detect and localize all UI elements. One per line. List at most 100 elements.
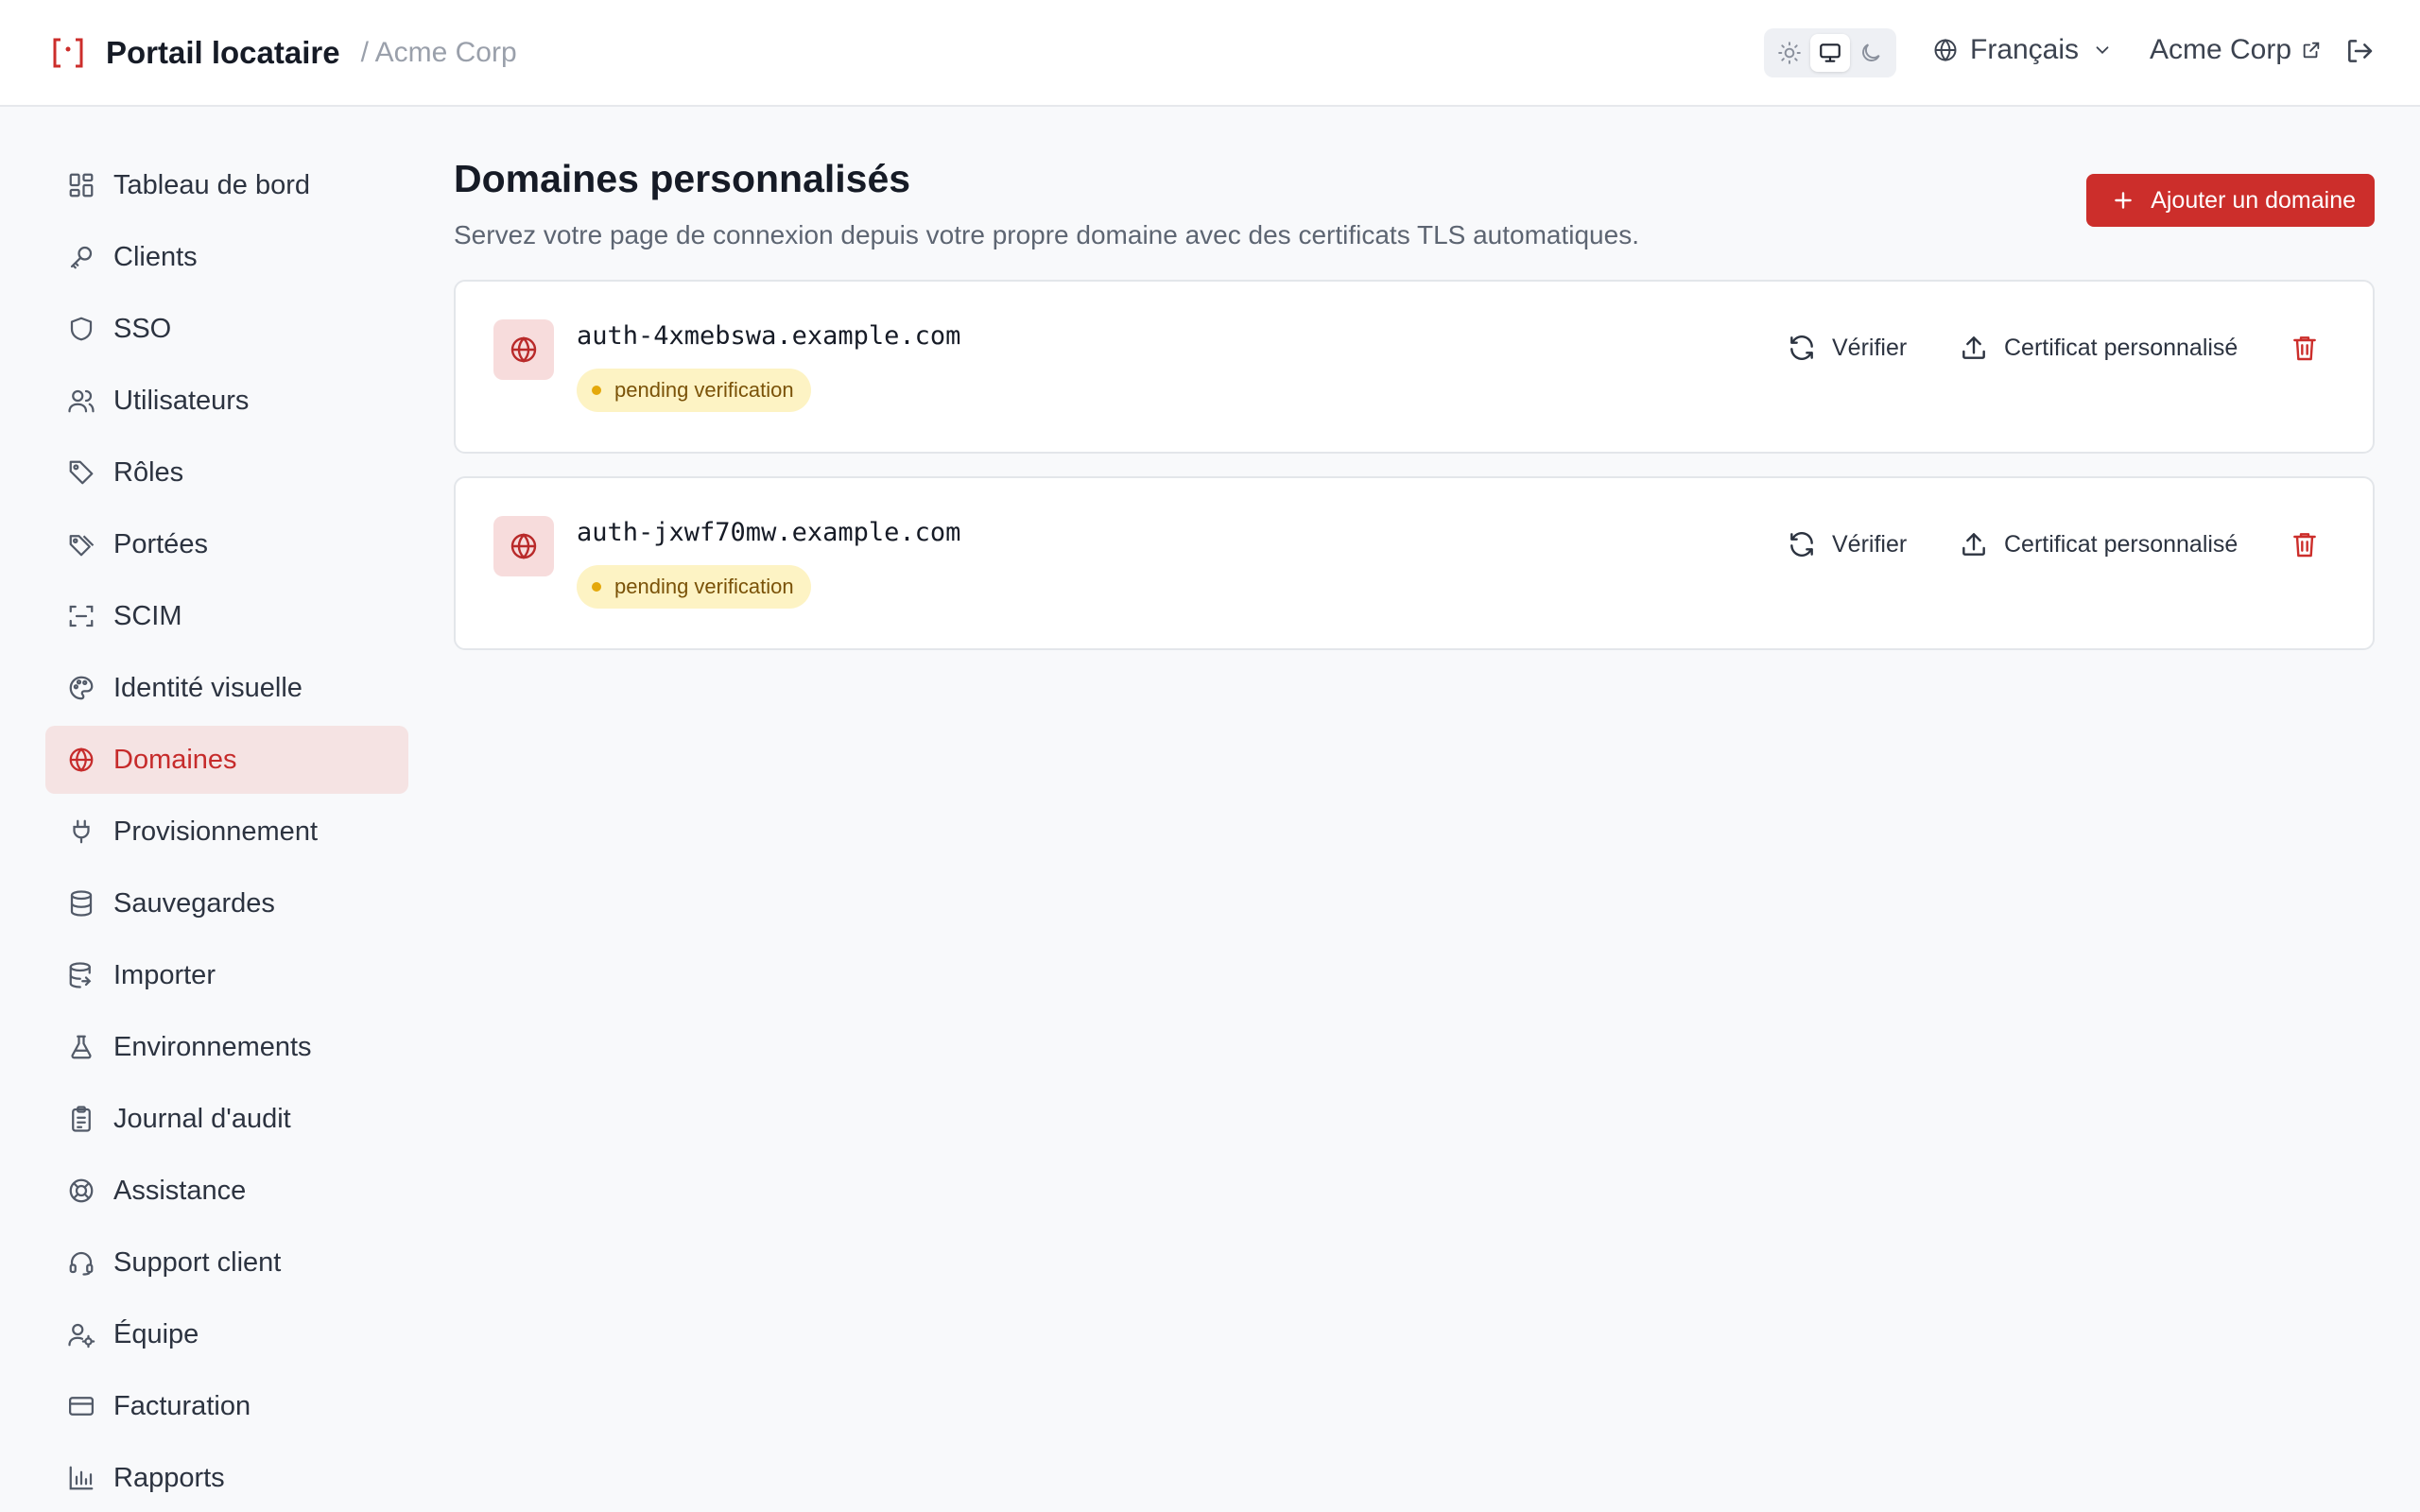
credit-card-icon — [66, 1391, 96, 1421]
brand[interactable]: Portail locataire / Acme Corp — [49, 34, 517, 72]
sidebar-item-sauvegardes[interactable]: Sauvegardes — [45, 869, 408, 937]
globe-icon — [66, 745, 96, 775]
plug-icon — [66, 816, 96, 847]
add-domain-button[interactable]: Ajouter un domaine — [2086, 174, 2375, 227]
sidebar-item-scim[interactable]: SCIM — [45, 582, 408, 650]
sidebar-item-label: Importer — [113, 959, 216, 990]
verify-label: Vérifier — [1832, 334, 1908, 361]
sidebar-item-environnements[interactable]: Environnements — [45, 1013, 408, 1081]
sidebar-item-identite-visuelle[interactable]: Identité visuelle — [45, 654, 408, 722]
sidebar-item-importer[interactable]: Importer — [45, 941, 408, 1009]
sidebar: Tableau de bord Clients SSO Utilisateurs — [45, 151, 408, 1512]
database-import-icon — [66, 960, 96, 990]
sidebar-item-label: SSO — [113, 313, 172, 344]
language-label: Français — [1970, 34, 2080, 65]
sun-icon[interactable] — [1770, 34, 1809, 72]
sidebar-item-tableau-de-bord[interactable]: Tableau de bord — [45, 151, 408, 219]
user-cog-icon — [66, 1319, 96, 1349]
theme-switch — [1764, 28, 1896, 77]
clipboard-icon — [66, 1104, 96, 1134]
sidebar-item-clients[interactable]: Clients — [45, 223, 408, 291]
chevron-down-icon — [2092, 40, 2113, 60]
sidebar-item-label: Tableau de bord — [113, 169, 310, 200]
sidebar-item-label: Équipe — [113, 1318, 199, 1349]
custom-certificate-button[interactable]: Certificat personnalisé — [1959, 529, 2238, 559]
status-badge: pending verification — [577, 565, 811, 609]
sidebar-item-label: Facturation — [113, 1390, 251, 1421]
tenant-breadcrumb: / Acme Corp — [360, 36, 517, 68]
app-title: Portail locataire — [106, 34, 340, 70]
upload-icon — [1962, 336, 1985, 359]
verify-button[interactable]: Vérifier — [1787, 333, 1907, 363]
domain-name: auth-jxwf70mw.example.com — [577, 518, 961, 547]
logout-icon[interactable] — [2344, 36, 2375, 66]
domain-card: auth-jxwf70mw.example.com pending verifi… — [454, 476, 2375, 650]
delete-domain-button[interactable] — [2290, 333, 2335, 363]
custom-certificate-button[interactable]: Certificat personnalisé — [1959, 333, 2238, 363]
trash-icon — [2293, 336, 2316, 361]
status-dot-icon — [592, 582, 601, 592]
sidebar-item-portees[interactable]: Portées — [45, 510, 408, 578]
globe-icon — [493, 516, 554, 576]
key-icon — [66, 242, 96, 272]
sidebar-item-label: Support client — [113, 1246, 282, 1278]
sidebar-item-domaines[interactable]: Domaines — [45, 726, 408, 794]
verify-label: Vérifier — [1832, 530, 1908, 558]
bar-chart-icon — [66, 1463, 96, 1493]
language-select[interactable]: Français — [1932, 34, 2113, 66]
sidebar-item-label: Environnements — [113, 1031, 312, 1062]
sidebar-item-sso[interactable]: SSO — [45, 295, 408, 363]
sidebar-item-label: Utilisateurs — [113, 385, 250, 416]
globe-icon — [1932, 37, 1959, 63]
sidebar-item-label: Assistance — [113, 1175, 247, 1206]
sidebar-item-rapports[interactable]: Rapports — [45, 1444, 408, 1512]
refresh-icon — [1790, 532, 1813, 557]
lifebuoy-icon — [66, 1176, 96, 1206]
flask-icon — [66, 1032, 96, 1062]
tag-icon — [66, 457, 96, 488]
domain-card: auth-4xmebswa.example.com pending verifi… — [454, 280, 2375, 454]
moon-icon[interactable] — [1851, 34, 1891, 72]
status-label: pending verification — [614, 575, 794, 598]
organization-link[interactable]: Acme Corp — [2150, 34, 2322, 66]
users-icon — [66, 386, 96, 416]
upload-icon — [1962, 533, 1985, 556]
sidebar-item-support-client[interactable]: Support client — [45, 1228, 408, 1297]
dashboard-icon — [66, 170, 96, 200]
sidebar-item-label: Rôles — [113, 456, 184, 488]
sidebar-item-label: Rapports — [113, 1462, 225, 1493]
sidebar-item-label: Provisionnement — [113, 816, 318, 847]
brand-logo-icon — [49, 34, 87, 72]
scan-icon — [66, 601, 96, 631]
palette-icon — [66, 673, 96, 703]
status-dot-icon — [592, 386, 601, 395]
sidebar-item-assistance[interactable]: Assistance — [45, 1157, 408, 1225]
verify-button[interactable]: Vérifier — [1787, 529, 1907, 559]
trash-icon — [2293, 533, 2316, 558]
sidebar-item-label: Domaines — [113, 744, 237, 775]
sidebar-item-equipe[interactable]: Équipe — [45, 1300, 408, 1368]
tags-icon — [66, 529, 96, 559]
sidebar-item-facturation[interactable]: Facturation — [45, 1372, 408, 1440]
sidebar-item-roles[interactable]: Rôles — [45, 438, 408, 507]
sidebar-item-label: Journal d'audit — [113, 1103, 291, 1134]
add-domain-label: Ajouter un domaine — [2151, 186, 2356, 214]
sidebar-item-label: Sauvegardes — [113, 887, 275, 919]
sidebar-item-label: Portées — [113, 528, 208, 559]
sidebar-item-label: Identité visuelle — [113, 672, 302, 703]
globe-icon — [493, 319, 554, 380]
delete-domain-button[interactable] — [2290, 529, 2335, 559]
external-link-icon — [2301, 40, 2322, 60]
refresh-icon — [1790, 335, 1813, 360]
sidebar-item-label: SCIM — [113, 600, 182, 631]
headset-icon — [66, 1247, 96, 1278]
shield-icon — [66, 314, 96, 344]
sidebar-item-provisionnement[interactable]: Provisionnement — [45, 798, 408, 866]
sidebar-item-journal-audit[interactable]: Journal d'audit — [45, 1085, 408, 1153]
top-bar: Portail locataire / Acme Corp Français A… — [0, 0, 2420, 107]
monitor-icon[interactable] — [1810, 34, 1850, 72]
status-label: pending verification — [614, 378, 794, 402]
sidebar-item-utilisateurs[interactable]: Utilisateurs — [45, 367, 408, 435]
domain-name: auth-4xmebswa.example.com — [577, 321, 961, 351]
plus-icon — [2111, 188, 2135, 213]
